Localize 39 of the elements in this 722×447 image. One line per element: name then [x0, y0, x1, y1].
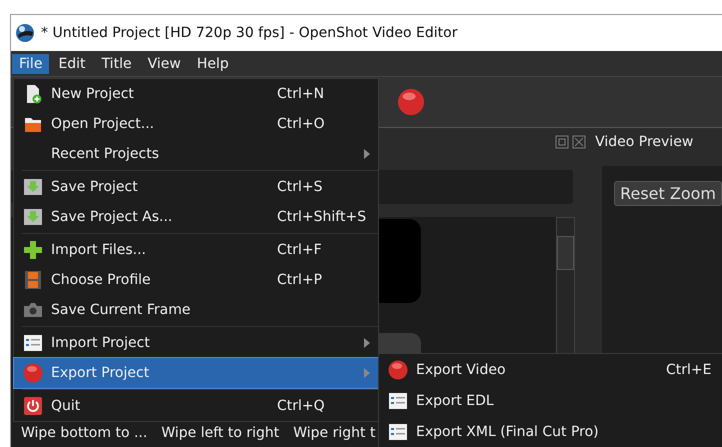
menu-item[interactable]: Export Project [14, 358, 378, 388]
menu-item[interactable]: Export EDL [379, 385, 722, 416]
menu-item[interactable]: View [140, 54, 188, 74]
menu-item[interactable]: Export XML (Final Cut Pro) [379, 416, 722, 447]
menu-item[interactable]: Title [94, 54, 139, 74]
menu-item[interactable]: Export Video Ctrl+E [379, 354, 722, 385]
transition-label: Wipe left to right [161, 425, 280, 441]
power-icon [22, 396, 42, 416]
window-title: * Untitled Project [HD 720p 30 fps] - OpenShot Video Editor [41, 25, 458, 41]
list-icon [388, 390, 408, 410]
menu-item[interactable]: Quit Ctrl+Q [14, 391, 378, 421]
menu-item[interactable]: Import Files... Ctrl+F [14, 235, 378, 265]
menu-item[interactable]: File [12, 54, 50, 74]
dock-title: Video Preview [595, 134, 694, 150]
menu-item[interactable]: Recent Projects [14, 139, 378, 169]
download-icon [22, 207, 42, 227]
close-icon[interactable] [572, 135, 586, 149]
download-icon [22, 177, 42, 197]
menu-item[interactable]: Open Project... Ctrl+O [14, 109, 378, 139]
record-icon[interactable] [397, 88, 425, 116]
float-icon[interactable] [555, 135, 570, 149]
camera-icon [22, 300, 42, 320]
menu-item[interactable]: Save Current Frame [14, 295, 378, 325]
menu-item[interactable]: Save Project As... Ctrl+Shift+S [14, 202, 378, 232]
transition-label: Wipe bottom to ... [21, 425, 148, 441]
list-icon [22, 333, 42, 353]
list-icon [388, 422, 408, 442]
plus-icon [22, 240, 42, 260]
menu-item[interactable]: Import Project [14, 328, 378, 358]
transition-label: Wipe right t [293, 425, 376, 441]
app-logo-icon [15, 23, 35, 43]
reset-zoom-button[interactable]: Reset Zoom [614, 181, 722, 206]
menu-item[interactable]: Help [190, 54, 236, 74]
menu-item[interactable]: Choose Profile Ctrl+P [14, 265, 378, 295]
record-icon [22, 363, 42, 383]
record-icon [388, 360, 408, 380]
film-icon [22, 270, 42, 290]
menu-item[interactable]: Save Project Ctrl+S [14, 172, 378, 202]
menu-item[interactable]: Edit [51, 54, 93, 74]
